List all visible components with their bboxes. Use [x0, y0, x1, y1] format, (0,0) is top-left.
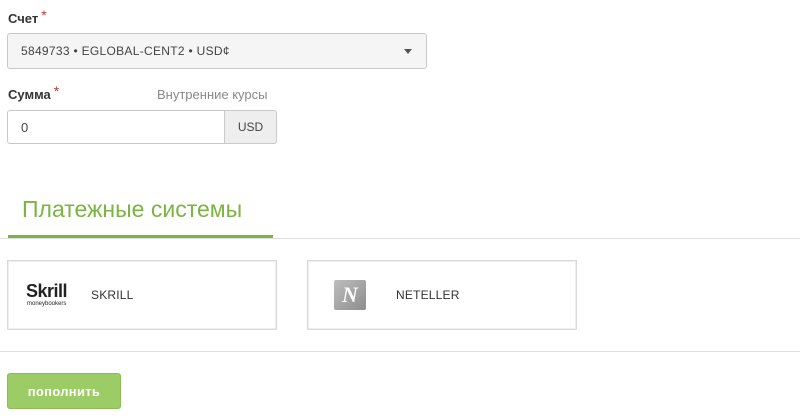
neteller-logo-text: N	[342, 282, 358, 307]
tab-payment-systems[interactable]: Платежные системы	[8, 190, 273, 238]
skrill-logo-subtext: moneybookers	[27, 301, 67, 307]
account-label: Счет *	[8, 7, 47, 26]
payment-method-name: NETELLER	[396, 288, 460, 302]
account-select-value: 5849733 • EGLOBAL-CENT2 • USD¢	[21, 44, 230, 58]
amount-input[interactable]: 0	[7, 110, 225, 144]
deposit-form: Счет * 5849733 • EGLOBAL-CENT2 • USD¢ Сум…	[0, 0, 800, 419]
chevron-down-icon	[404, 49, 412, 54]
neteller-logo-icon: N	[334, 280, 366, 310]
required-mark: *	[41, 7, 47, 23]
currency-addon: USD	[224, 110, 277, 144]
required-mark: *	[53, 83, 60, 99]
deposit-button[interactable]: пополнить	[7, 373, 121, 409]
payment-method-neteller[interactable]: N NETELLER	[307, 260, 577, 330]
account-select[interactable]: 5849733 • EGLOBAL-CENT2 • USD¢	[7, 33, 427, 69]
amount-label: Сумма *	[8, 83, 60, 102]
amount-label-text: Сумма	[8, 87, 51, 102]
skrill-logo-icon: Skrill moneybookers	[26, 281, 76, 309]
tab-divider	[0, 238, 800, 239]
payment-method-name: SKRILL	[91, 288, 134, 302]
amount-input-value: 0	[21, 119, 29, 135]
payment-method-skrill[interactable]: Skrill moneybookers SKRILL	[7, 260, 277, 330]
skrill-logo-text: Skrill	[26, 281, 68, 301]
account-label-text: Счет	[8, 11, 39, 26]
form-divider	[0, 351, 800, 352]
internal-rates-link[interactable]: Внутренние курсы	[157, 87, 268, 102]
